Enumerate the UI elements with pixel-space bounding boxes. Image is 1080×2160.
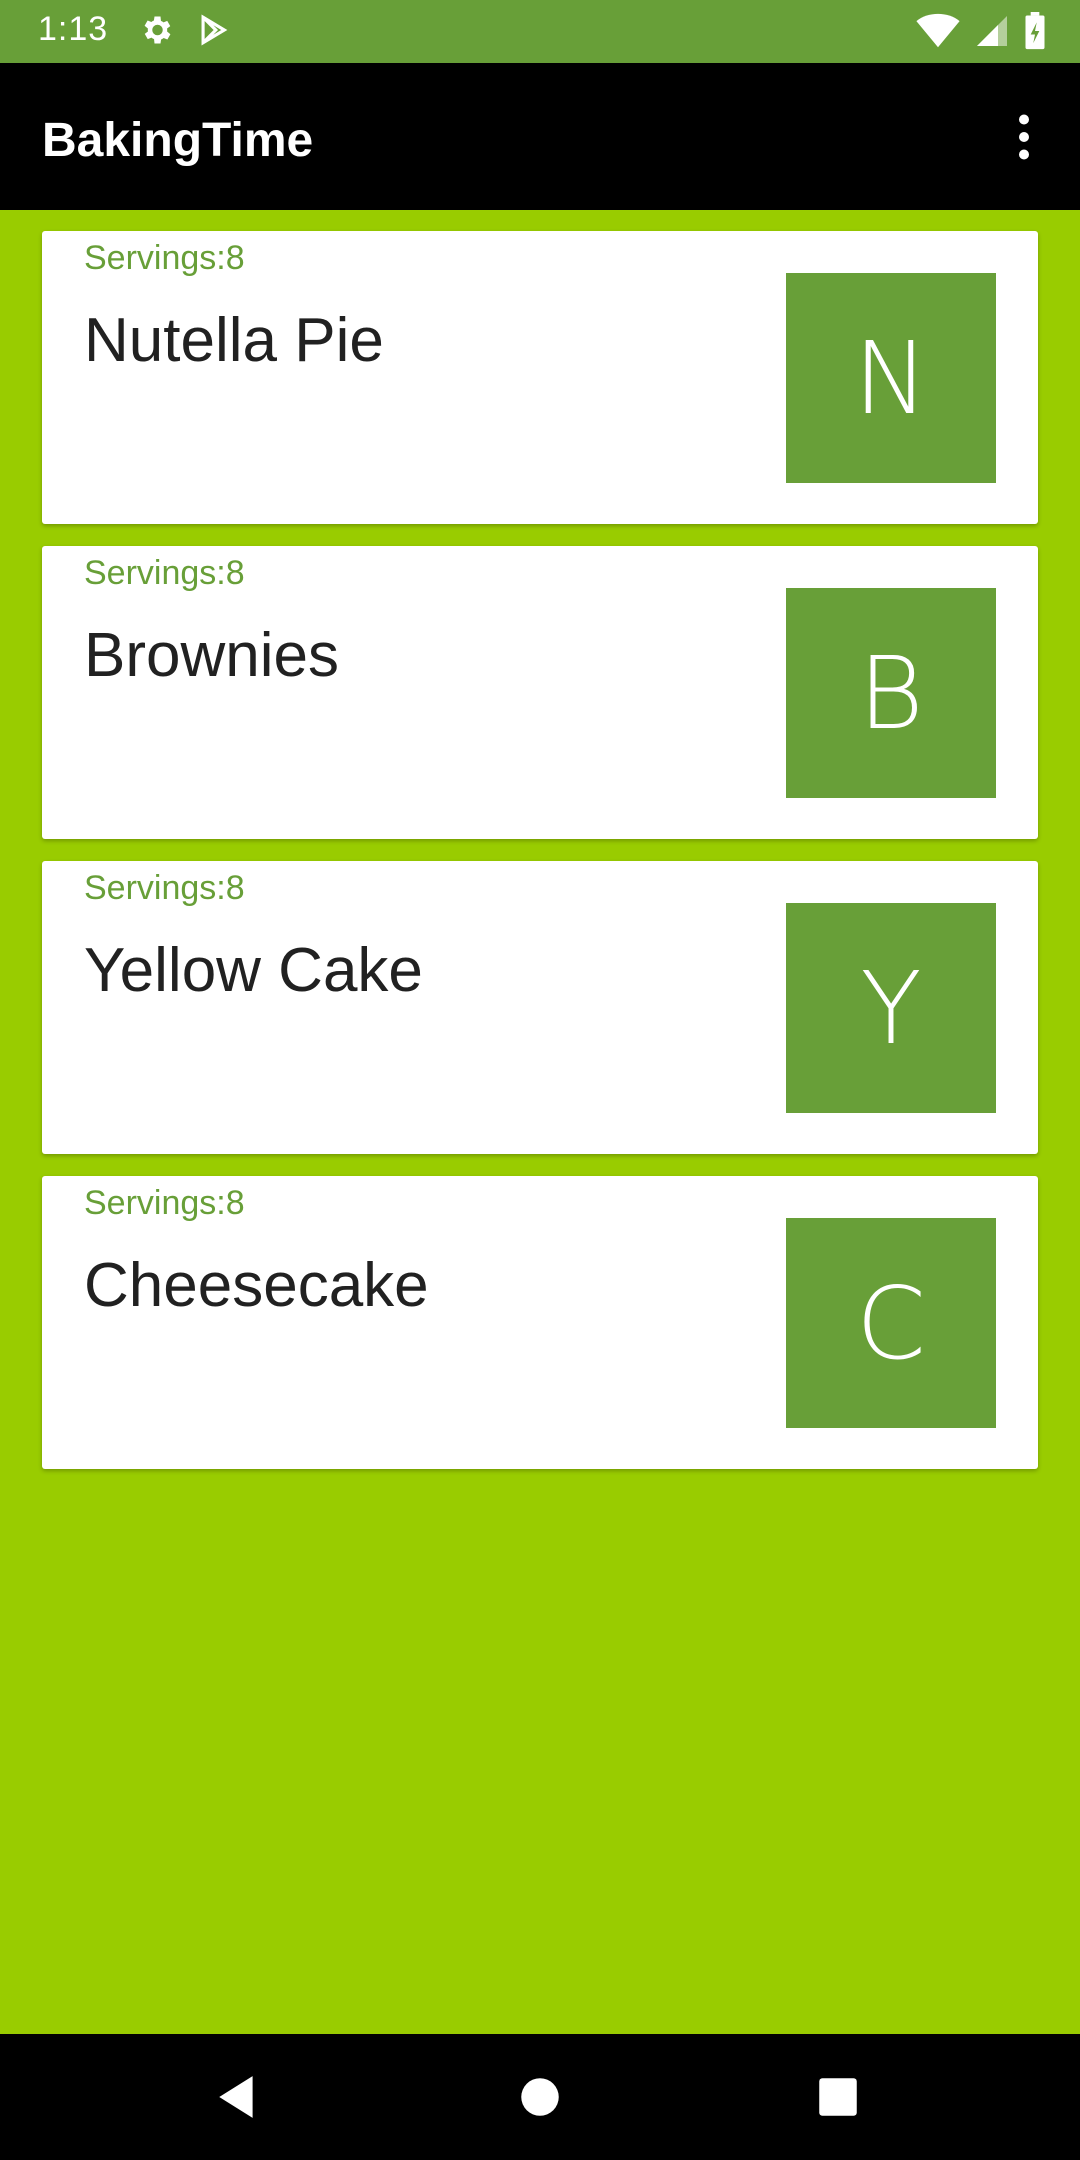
battery-icon <box>1024 12 1046 55</box>
settings-icon <box>138 12 174 53</box>
recipe-card[interactable]: Servings:8 Yellow Cake Y <box>42 861 1038 1154</box>
recipe-thumbnail: Y <box>786 903 996 1113</box>
status-time: 1:13 <box>38 10 109 48</box>
recipe-name: Yellow Cake <box>84 936 423 1005</box>
recipe-card[interactable]: Servings:8 Nutella Pie N <box>42 231 1038 524</box>
servings-label: Servings:8 <box>84 1184 245 1222</box>
status-bar: 1:13 <box>0 0 1080 63</box>
play-store-icon <box>196 12 230 53</box>
recents-icon[interactable] <box>813 2072 863 2122</box>
recipe-thumbnail: C <box>786 1218 996 1428</box>
more-vert-icon[interactable] <box>994 107 1054 167</box>
signal-icon <box>974 13 1010 54</box>
back-icon[interactable] <box>213 2072 263 2122</box>
app-bar: BakingTime <box>0 63 1080 210</box>
home-icon[interactable] <box>515 2072 565 2122</box>
recipe-thumbnail: B <box>786 588 996 798</box>
recipe-name: Cheesecake <box>84 1251 429 1320</box>
recipe-list: Servings:8 Nutella Pie N Servings:8 Brow… <box>42 231 1038 1491</box>
servings-label: Servings:8 <box>84 554 245 592</box>
recipe-name: Brownies <box>84 621 339 690</box>
recipe-thumbnail: N <box>786 273 996 483</box>
navigation-bar <box>0 2034 1080 2160</box>
recipe-card[interactable]: Servings:8 Cheesecake C <box>42 1176 1038 1469</box>
servings-label: Servings:8 <box>84 869 245 907</box>
app-title: BakingTime <box>42 114 314 167</box>
servings-label: Servings:8 <box>84 239 245 277</box>
recipe-name: Nutella Pie <box>84 306 384 375</box>
wifi-icon <box>916 13 960 54</box>
recipe-card[interactable]: Servings:8 Brownies B <box>42 546 1038 839</box>
